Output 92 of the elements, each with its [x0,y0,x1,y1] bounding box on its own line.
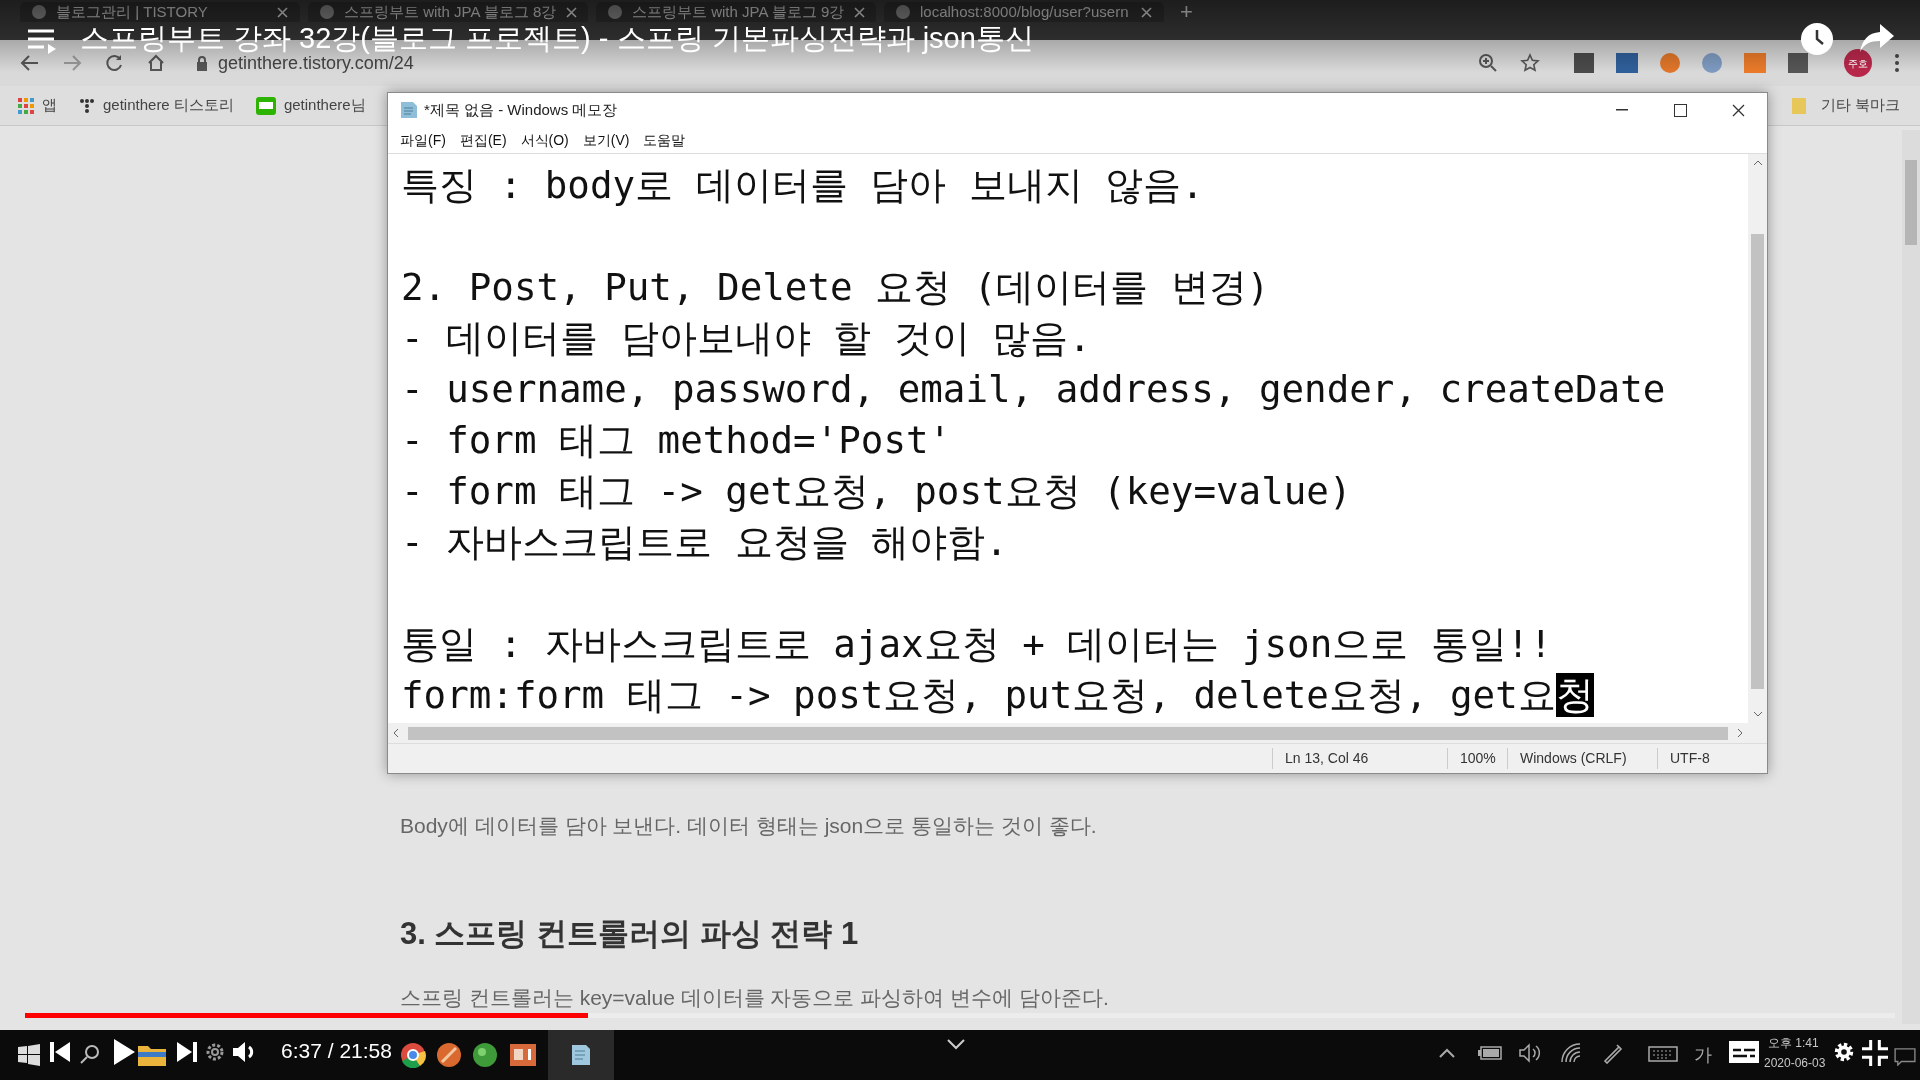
article-paragraph: Body에 데이터를 담아 보낸다. 데이터 형태는 json으로 통일하는 것이 좋다. [400,813,1098,839]
clock-date[interactable]: 2020-06-03 [1764,1056,1826,1071]
text-line: - form 태그 method='Post' [401,417,952,464]
text-line: - form 태그 -> get요청, post요청 (key=value) [401,468,1352,515]
text-line: 특징 : body로 데이터를 담아 보내지 않음. [401,162,1204,209]
time-display: 6:37 / 21:58 [281,1038,392,1064]
extension-icon[interactable] [1702,53,1722,73]
favicon-icon [320,5,334,19]
browser-tab[interactable]: 스프링부트 with JPA 블로그 8강 [308,2,588,22]
close-icon[interactable] [854,6,866,18]
next-icon[interactable] [175,1040,199,1064]
scrollbar-thumb[interactable] [408,726,1728,740]
previous-icon[interactable] [48,1040,72,1064]
play-icon[interactable] [112,1038,136,1066]
menu-item[interactable]: 서식(O) [514,129,575,151]
menu-item[interactable]: 보기(V) [576,129,636,151]
lock-icon [196,55,208,71]
menu-item[interactable]: 파일(F) [394,129,452,151]
bookmark-link[interactable]: 앱 [18,94,57,117]
reload-icon[interactable] [104,53,124,73]
minimize-icon [1616,109,1628,111]
menu-item[interactable]: 도움말 [637,129,692,151]
text-line: 2. Post, Put, Delete 요청 (데이터를 변경) [401,264,1270,311]
favicon-icon [896,5,910,19]
battery-icon[interactable] [1478,1046,1502,1060]
bookmark-link[interactable]: 기타 북마크 [1820,94,1900,117]
chevron-up-icon[interactable] [1438,1047,1456,1059]
bookmark-link[interactable]: getinthere 티스토리 [79,94,234,117]
browser-tab[interactable]: 스프링부트 with JPA 블로그 9강 [596,2,876,22]
windows-icon[interactable] [18,1044,40,1066]
close-icon[interactable] [277,6,288,18]
horizontal-scrollbar[interactable] [388,723,1767,743]
status-text: Windows (CRLF) [1507,748,1657,769]
status-text: Ln 13, Col 46 [1272,748,1447,769]
text-line: - username, password, email, address, gender, createDate [401,366,1666,413]
chrome-icon[interactable] [400,1042,426,1068]
status-text: UTF-8 [1657,748,1737,769]
chevron-down-icon[interactable] [946,1038,966,1050]
profile-avatar[interactable]: 주호 [1844,49,1872,77]
search-icon[interactable] [80,1044,100,1064]
page-scrollbar[interactable] [1902,130,1920,1024]
zoom-icon[interactable] [1478,53,1498,73]
text-line: form:form 태그 -> post요청, put요청, delete요청, get요청 [401,672,1594,719]
tistory-icon [79,97,95,114]
blog-icon [255,96,276,115]
app-icon[interactable] [472,1042,498,1068]
close-icon [1731,103,1745,117]
wifi-icon[interactable] [1560,1043,1582,1063]
text-line: - 데이터를 담아보내야 할 것이 많음. [401,315,1092,362]
back-icon[interactable] [20,54,40,72]
share-icon[interactable] [1860,24,1894,52]
app-icon[interactable] [436,1042,462,1068]
close-icon[interactable] [1141,6,1152,18]
new-tab-button[interactable]: + [1180,2,1193,22]
text-line: - 자바스크립트로 요청을 해야함. [401,519,1008,566]
folder-icon [1790,96,1807,115]
playlist-icon[interactable] [28,28,58,54]
article-paragraph: 스프링 컨트롤러는 key=value 데이터를 자동으로 파싱하여 변수에 담아준다. [400,985,1110,1011]
menu-icon[interactable] [1894,53,1900,73]
clock-time[interactable]: 오후 1:41 [1768,1036,1819,1051]
bookmark-link[interactable]: getinthere님 [255,94,366,117]
exit-fullscreen-icon[interactable] [1862,1040,1888,1066]
notepad-taskbar-button[interactable] [548,1030,614,1080]
browser-tab[interactable]: localhost:8000/blog/user?usern [884,2,1164,22]
menu-item[interactable]: 편집(E) [453,129,513,151]
input-method-indicator[interactable]: 가 [1694,1042,1712,1069]
progress-bar[interactable] [25,1013,1895,1018]
star-icon[interactable] [1520,53,1540,73]
browser-tab[interactable]: 블로그관리 | TISTORY [20,2,300,22]
article-heading: 3. 스프링 컨트롤러의 파싱 전략 1 [400,915,860,953]
settings-icon[interactable] [1832,1040,1856,1064]
volume-icon[interactable] [1518,1043,1542,1063]
home-icon[interactable] [146,53,166,73]
window-title: *제목 없음 - Windows 메모장 [424,99,618,120]
subtitles-icon[interactable] [1728,1040,1760,1064]
text-line: 통일 : 자바스크립트로 ajax요청 + 데이터는 json으로 통일!! [401,621,1552,668]
apps-icon [18,97,34,114]
notepad-icon [570,1043,592,1067]
scrollbar-thumb[interactable] [1751,234,1764,689]
maximize-icon [1673,103,1687,117]
vertical-scrollbar[interactable] [1748,154,1767,723]
keyboard-icon[interactable] [1648,1046,1678,1062]
extension-icon[interactable] [1660,53,1680,73]
favicon-icon [32,5,46,19]
notepad-icon [400,101,418,119]
status-text: 100% [1447,748,1507,769]
favicon-icon [608,5,622,19]
clock-icon[interactable] [1800,22,1834,56]
address-field[interactable]: getinthere.tistory.com/24 [218,54,414,72]
pen-icon[interactable] [1602,1042,1624,1064]
notification-icon[interactable] [1894,1048,1916,1066]
close-icon[interactable] [566,6,578,18]
